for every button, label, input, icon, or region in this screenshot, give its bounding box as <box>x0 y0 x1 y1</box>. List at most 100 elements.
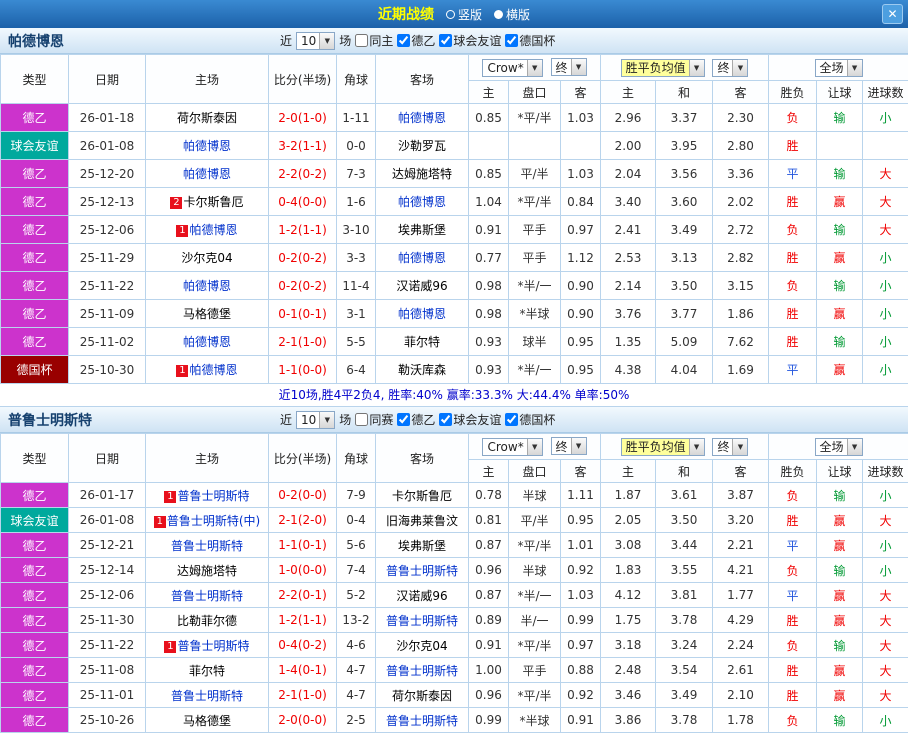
away-team-name[interactable]: 荷尔斯泰因 <box>392 689 452 703</box>
match-row: 德乙 25-12-14 达姆施塔特 1-0(0-0) 7-4 普鲁士明斯特 0.… <box>0 557 908 583</box>
col-score: 比分(半场) <box>268 54 337 104</box>
league-friendly-checkbox[interactable] <box>439 34 453 47</box>
match-row: 德国杯 25-10-30 1 帕德博恩 1-1(0-0) 6-4 勒沃库森 0.9… <box>0 355 908 384</box>
away-team-name[interactable]: 埃弗斯堡 <box>398 539 446 553</box>
away-team-name[interactable]: 普鲁士明斯特 <box>386 664 458 678</box>
result-wdl: 平 <box>768 582 818 608</box>
euro-away-odds: 1.69 <box>712 355 770 384</box>
away-team-name[interactable]: 普鲁士明斯特 <box>386 714 458 728</box>
result-wdl: 胜 <box>768 243 818 272</box>
home-team-name[interactable]: 马格德堡 <box>183 307 231 321</box>
league-filter-friendly: 球会友谊 <box>439 32 501 49</box>
col-ah-line: 盘口 <box>508 80 561 104</box>
away-team-name[interactable]: 达姆施塔特 <box>392 167 452 181</box>
match-count-select[interactable]: 10 ▼ <box>296 31 336 50</box>
home-team-name[interactable]: 卡尔斯鲁厄 <box>183 195 243 209</box>
same-competition-checkbox[interactable] <box>355 413 369 426</box>
radio-horizontal-mode[interactable]: 横版 <box>494 6 530 23</box>
wdl-average-select[interactable]: 胜平负均值 ▼ <box>620 58 705 77</box>
league-de2-checkbox[interactable] <box>397 413 411 426</box>
dropdown-arrow-icon: ▼ <box>570 438 586 455</box>
full-match-select[interactable]: 全场 ▼ <box>814 58 863 77</box>
home-team-name[interactable]: 帕德博恩 <box>183 279 231 293</box>
home-team-name[interactable]: 帕德博恩 <box>189 223 237 237</box>
match-score: 3-2(1-1) <box>268 131 337 160</box>
home-team-name[interactable]: 帕德博恩 <box>183 139 231 153</box>
corner-count: 5-6 <box>336 532 376 558</box>
league-cup-checkbox[interactable] <box>505 34 519 47</box>
away-team-name[interactable]: 普鲁士明斯特 <box>386 564 458 578</box>
same-venue-checkbox[interactable] <box>355 34 369 47</box>
home-team-name[interactable]: 达姆施塔特 <box>177 564 237 578</box>
home-team-name[interactable]: 普鲁士明斯特 <box>177 489 249 503</box>
euro-home-odds: 1.83 <box>600 557 657 583</box>
match-score: 1-2(1-1) <box>268 215 337 244</box>
home-team-name[interactable]: 普鲁士明斯特(中) <box>167 514 260 528</box>
result-wdl: 平 <box>768 355 818 384</box>
away-team-name[interactable]: 汉诺威96 <box>396 279 447 293</box>
final-odds-select[interactable]: 终 ▼ <box>550 58 587 77</box>
away-team-cell: 卡尔斯鲁厄 <box>375 482 469 508</box>
league-name: 德国杯 <box>16 363 53 377</box>
dropdown-arrow-icon: ▼ <box>846 59 862 76</box>
match-score: 2-1(1-0) <box>268 327 337 356</box>
home-team-name[interactable]: 帕德博恩 <box>189 363 237 377</box>
radio-vertical-mode[interactable]: 竖版 <box>445 6 482 23</box>
away-team-name[interactable]: 帕德博恩 <box>398 307 446 321</box>
away-team-name[interactable]: 帕德博恩 <box>398 111 446 125</box>
match-date: 25-12-13 <box>68 187 146 216</box>
close-icon: ✕ <box>887 7 898 21</box>
league-name: 德乙 <box>22 195 47 209</box>
away-team-name[interactable]: 沙尔克04 <box>396 639 447 653</box>
home-team-name[interactable]: 普鲁士明斯特 <box>171 539 243 553</box>
home-team-name[interactable]: 普鲁士明斯特 <box>177 639 249 653</box>
bookmaker-select[interactable]: Crow* ▼ <box>482 437 543 456</box>
close-button[interactable]: ✕ <box>882 4 903 24</box>
near-label: 近 <box>280 413 293 427</box>
final-odds-select[interactable]: 终 ▼ <box>712 58 749 77</box>
home-team-name[interactable]: 普鲁士明斯特 <box>171 589 243 603</box>
league-de2-checkbox[interactable] <box>397 34 411 47</box>
match-row: 德乙 25-11-09 马格德堡 0-1(0-1) 3-1 帕德博恩 0.98 … <box>0 299 908 328</box>
away-team-name[interactable]: 勒沃库森 <box>398 363 446 377</box>
home-team-name[interactable]: 马格德堡 <box>183 714 231 728</box>
home-team-name[interactable]: 荷尔斯泰因 <box>177 111 237 125</box>
away-team-cell: 帕德博恩 <box>375 187 469 216</box>
away-team-name[interactable]: 汉诺威96 <box>396 589 447 603</box>
away-team-name[interactable]: 帕德博恩 <box>398 251 446 265</box>
final-odds-select[interactable]: 终 ▼ <box>550 437 587 456</box>
wdl-average-select[interactable]: 胜平负均值 ▼ <box>620 437 705 456</box>
result-handicap: 赢 <box>816 187 864 216</box>
home-team-name[interactable]: 比勒菲尔德 <box>177 614 237 628</box>
away-team-name[interactable]: 普鲁士明斯特 <box>386 614 458 628</box>
match-count-select[interactable]: 10 ▼ <box>296 410 336 429</box>
corner-count: 2-5 <box>336 707 376 733</box>
euro-away-odds: 2.02 <box>712 187 770 216</box>
home-team-name[interactable]: 帕德博恩 <box>183 167 231 181</box>
away-team-cell: 沙勒罗瓦 <box>375 131 469 160</box>
dropdown-arrow-icon: ▼ <box>846 438 862 455</box>
final-odds-select[interactable]: 终 ▼ <box>712 437 749 456</box>
away-team-name[interactable]: 菲尔特 <box>404 335 440 349</box>
away-team-name[interactable]: 旧海弗莱鲁汶 <box>386 514 458 528</box>
home-team-cell: 1 帕德博恩 <box>145 215 269 244</box>
bookmaker-select[interactable]: Crow* ▼ <box>482 58 543 77</box>
home-team-name[interactable]: 沙尔克04 <box>181 251 232 265</box>
ah-line: 平/半 <box>508 507 561 533</box>
home-team-name[interactable]: 菲尔特 <box>189 664 225 678</box>
corner-count: 13-2 <box>336 607 376 633</box>
home-team-name[interactable]: 普鲁士明斯特 <box>171 689 243 703</box>
away-team-name[interactable]: 卡尔斯鲁厄 <box>392 489 452 503</box>
league-cup-checkbox[interactable] <box>505 413 519 426</box>
col-ah-away: 客 <box>559 459 602 483</box>
ah-away-odds: 0.95 <box>559 507 602 533</box>
away-team-cell: 帕德博恩 <box>375 299 469 328</box>
away-team-name[interactable]: 埃弗斯堡 <box>398 223 446 237</box>
away-team-name[interactable]: 沙勒罗瓦 <box>398 139 446 153</box>
league-friendly-checkbox[interactable] <box>439 413 453 426</box>
away-team-name[interactable]: 帕德博恩 <box>398 195 446 209</box>
full-match-select[interactable]: 全场 ▼ <box>814 437 863 456</box>
col-home: 主场 <box>145 433 269 483</box>
home-team-name[interactable]: 帕德博恩 <box>183 335 231 349</box>
euro-home-odds: 3.40 <box>600 187 657 216</box>
